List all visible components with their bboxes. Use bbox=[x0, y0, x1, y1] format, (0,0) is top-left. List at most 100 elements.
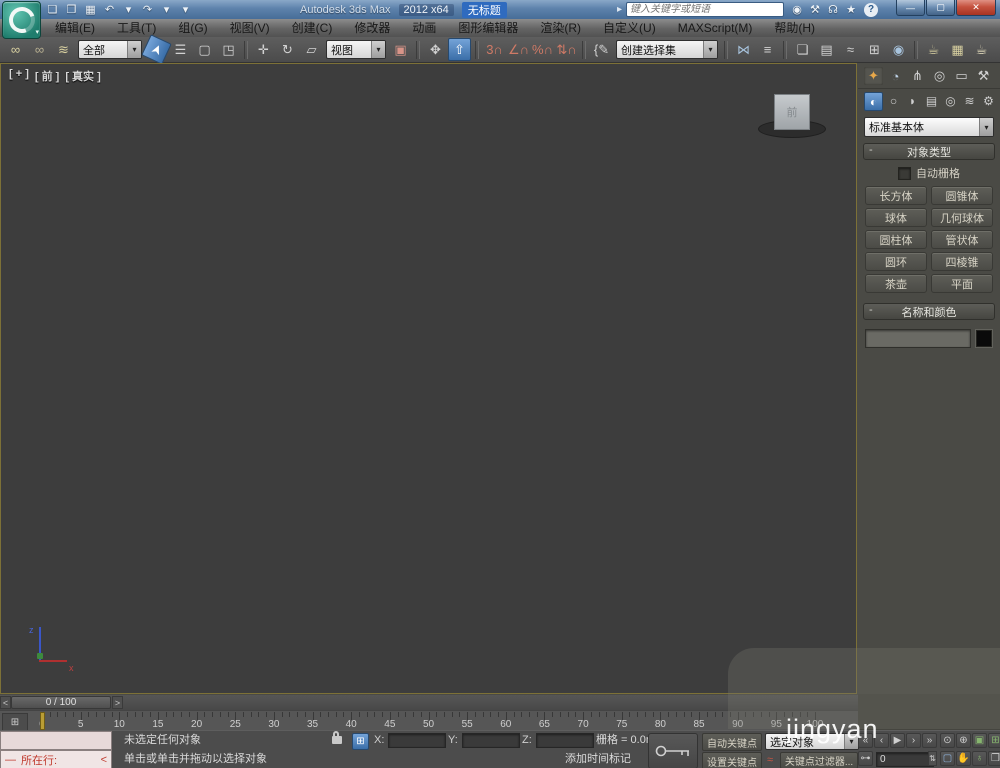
unlink-selection-icon[interactable]: ∞ bbox=[28, 38, 51, 61]
menu-maxscript[interactable]: MAXScript(M) bbox=[667, 19, 764, 37]
open-file-icon[interactable]: ❒ bbox=[63, 2, 80, 17]
subtab-lights[interactable]: ◗ bbox=[904, 92, 921, 109]
search-input[interactable] bbox=[626, 2, 784, 17]
current-frame-field[interactable]: 0 bbox=[876, 752, 934, 767]
reference-coordinate-system-dropdown[interactable]: 视图 ▾ bbox=[326, 40, 386, 59]
menu-help[interactable]: 帮助(H) bbox=[763, 19, 826, 37]
tab-motion[interactable]: ◎ bbox=[930, 67, 949, 85]
add-time-tag-label[interactable]: 添加时间标记 bbox=[565, 750, 631, 768]
save-file-icon[interactable]: ▦ bbox=[82, 2, 99, 17]
select-and-scale-icon[interactable]: ▱ bbox=[300, 38, 323, 61]
cylinder-button[interactable]: 圆柱体 bbox=[865, 230, 927, 249]
menu-tools[interactable]: 工具(T) bbox=[106, 19, 167, 37]
spinner-snap-icon[interactable]: ⇅∩ bbox=[555, 38, 578, 61]
set-key-mode-button[interactable] bbox=[648, 733, 698, 768]
redo-dropdown-icon[interactable]: ▾ bbox=[158, 2, 175, 17]
auto-key-button[interactable]: 自动关键点 bbox=[702, 733, 762, 751]
viewport-shading-menu[interactable]: [ 真实 ] bbox=[65, 68, 100, 84]
dropdown-arrow-icon[interactable]: ▾ bbox=[127, 41, 141, 58]
select-and-move-icon[interactable]: ✛ bbox=[252, 38, 275, 61]
tube-button[interactable]: 管状体 bbox=[931, 230, 993, 249]
viewport-view-menu[interactable]: [ 前 ] bbox=[35, 68, 59, 84]
previous-frame-arrow[interactable]: < bbox=[0, 696, 11, 709]
window-crossing-toggle-icon[interactable]: ◳ bbox=[217, 38, 240, 61]
teapot-button[interactable]: 茶壶 bbox=[865, 274, 927, 293]
rollout-collapse-icon[interactable]: - bbox=[869, 144, 873, 156]
set-key-button[interactable]: 设置关键点 bbox=[702, 752, 762, 768]
subtab-geometry[interactable]: ◐ bbox=[864, 92, 883, 111]
minimize-button[interactable]: — bbox=[896, 0, 925, 16]
viewport-general-menu[interactable]: [ + ] bbox=[9, 68, 29, 84]
tab-display[interactable]: ▭ bbox=[952, 67, 971, 85]
snap-toggle-3d-icon[interactable]: 3∩ bbox=[483, 38, 506, 61]
tab-create[interactable]: ✦ bbox=[864, 67, 883, 85]
current-frame-marker[interactable] bbox=[40, 712, 45, 730]
tab-modify[interactable]: ◔ bbox=[886, 67, 905, 85]
sphere-button[interactable]: 球体 bbox=[865, 208, 927, 227]
selection-lock-icon[interactable] bbox=[332, 731, 342, 744]
quick-access-menu-icon[interactable]: ▾ bbox=[177, 2, 194, 17]
undo-icon[interactable]: ↶ bbox=[101, 2, 118, 17]
menu-views[interactable]: 视图(V) bbox=[219, 19, 281, 37]
zoom-all-button[interactable]: ⊕ bbox=[956, 733, 971, 748]
autogrid-checkbox[interactable] bbox=[898, 166, 911, 180]
primitive-category-dropdown[interactable]: 标准基本体 ▾ bbox=[864, 117, 994, 137]
pyramid-button[interactable]: 四棱锥 bbox=[931, 252, 993, 271]
select-object-icon[interactable]: ➤ bbox=[141, 34, 172, 65]
graphite-modeling-icon[interactable]: ▤ bbox=[815, 38, 838, 61]
zoom-extents-button[interactable]: ▣ bbox=[972, 733, 987, 748]
keyboard-shortcut-override-icon[interactable]: ⇧ bbox=[448, 38, 471, 61]
angle-snap-icon[interactable]: ∠∩ bbox=[507, 38, 530, 61]
viewcube[interactable]: 前 bbox=[758, 94, 828, 140]
tab-utilities[interactable]: ⚒ bbox=[974, 67, 993, 85]
menu-graph-editors[interactable]: 图形编辑器 bbox=[447, 19, 529, 37]
play-button[interactable]: ▶ bbox=[890, 733, 905, 748]
front-viewport[interactable]: [ + ] [ 前 ] [ 真实 ] 前 x z bbox=[0, 63, 857, 694]
object-color-swatch[interactable] bbox=[975, 329, 993, 348]
select-and-rotate-icon[interactable]: ↻ bbox=[276, 38, 299, 61]
torus-button[interactable]: 圆环 bbox=[865, 252, 927, 271]
select-and-link-icon[interactable]: ∞ bbox=[4, 38, 27, 61]
object-name-input[interactable] bbox=[865, 329, 971, 348]
subtab-systems[interactable]: ⚙ bbox=[980, 92, 997, 109]
new-file-icon[interactable]: ❏ bbox=[44, 2, 61, 17]
frame-spinner[interactable]: ⇅ bbox=[928, 751, 937, 766]
subtab-cameras[interactable]: ▤ bbox=[923, 92, 940, 109]
y-coord-field[interactable] bbox=[462, 733, 520, 748]
schematic-view-icon[interactable]: ⊞ bbox=[863, 38, 886, 61]
time-slider-button[interactable]: 0 / 100 bbox=[11, 696, 111, 709]
close-button[interactable]: ✕ bbox=[956, 0, 996, 16]
orbit-button[interactable]: ♁ bbox=[972, 751, 987, 766]
mirror-icon[interactable]: ⋈ bbox=[732, 38, 755, 61]
next-frame-button[interactable]: › bbox=[906, 733, 921, 748]
communication-center-icon[interactable]: ☊ bbox=[824, 2, 842, 17]
menu-group[interactable]: 组(G) bbox=[167, 19, 218, 37]
manage-layers-icon[interactable]: ❏ bbox=[791, 38, 814, 61]
search-icon[interactable]: ◉ bbox=[788, 2, 806, 17]
material-editor-icon[interactable]: ◉ bbox=[887, 38, 910, 61]
menu-edit[interactable]: 编辑(E) bbox=[44, 19, 106, 37]
subscription-key-icon[interactable]: ⚒ bbox=[806, 2, 824, 17]
menu-create[interactable]: 创建(C) bbox=[281, 19, 344, 37]
tab-hierarchy[interactable]: ⋔ bbox=[908, 67, 927, 85]
subtab-shapes[interactable]: ○ bbox=[885, 92, 902, 109]
undo-dropdown-icon[interactable]: ▾ bbox=[120, 2, 137, 17]
use-pivot-point-center-icon[interactable]: ▣ bbox=[389, 38, 412, 61]
viewcube-cube[interactable]: 前 bbox=[774, 94, 810, 130]
rendered-frame-window-icon[interactable]: ▦ bbox=[946, 38, 969, 61]
z-coord-field[interactable] bbox=[536, 733, 594, 748]
zoom-extents-all-button[interactable]: ⊞ bbox=[988, 733, 1000, 748]
menu-customize[interactable]: 自定义(U) bbox=[592, 19, 667, 37]
rectangular-selection-region-icon[interactable]: ▢ bbox=[193, 38, 216, 61]
named-selection-sets-dropdown[interactable]: 创建选择集 ▾ bbox=[616, 40, 718, 59]
select-by-name-icon[interactable]: ☰ bbox=[169, 38, 192, 61]
box-button[interactable]: 长方体 bbox=[865, 186, 927, 205]
rollout-collapse-icon[interactable]: - bbox=[869, 304, 873, 316]
infocenter-expand-icon[interactable]: ▸ bbox=[617, 4, 622, 15]
dropdown-arrow-icon[interactable]: ▾ bbox=[979, 118, 993, 136]
pan-button[interactable]: ✋ bbox=[956, 751, 971, 766]
selection-filter-dropdown[interactable]: 全部 ▾ bbox=[78, 40, 142, 59]
object-type-rollout-header[interactable]: - 对象类型 bbox=[863, 143, 995, 160]
menu-rendering[interactable]: 渲染(R) bbox=[529, 19, 592, 37]
dropdown-arrow-icon[interactable]: ▾ bbox=[703, 41, 717, 58]
